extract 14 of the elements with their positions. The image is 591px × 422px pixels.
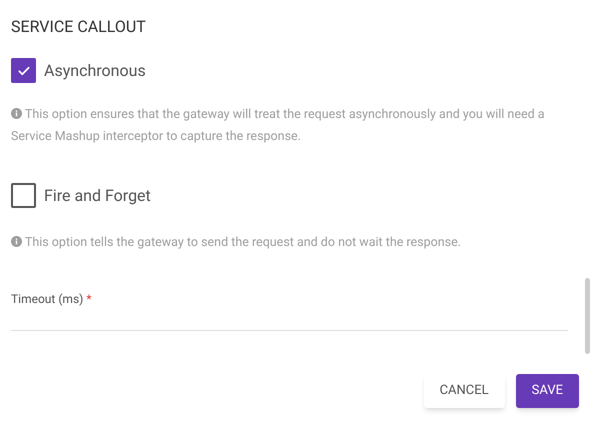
- cancel-button[interactable]: CANCEL: [424, 374, 505, 408]
- field-label: Timeout (ms) *: [11, 292, 92, 306]
- checkbox[interactable]: [11, 58, 36, 83]
- info-icon: [11, 108, 22, 119]
- option-checkbox[interactable]: Asynchronous: [11, 58, 146, 83]
- option-checkbox[interactable]: Fire and Forget: [11, 183, 151, 208]
- help-text: This option ensures that the gateway will treat the request asynchronously and you will need a Service Mashup interceptor to capture the response.: [11, 106, 546, 146]
- save-button[interactable]: SAVE: [516, 374, 579, 408]
- help-text: This option tells the gateway to send the request and do not wait the response.: [11, 232, 556, 254]
- timeout-field[interactable]: Timeout (ms) *: [11, 286, 568, 331]
- scrollbar[interactable]: [585, 278, 590, 354]
- section-title: SERVICE CALLOUT: [11, 16, 147, 37]
- info-icon: [11, 236, 22, 247]
- checkbox[interactable]: [11, 183, 36, 208]
